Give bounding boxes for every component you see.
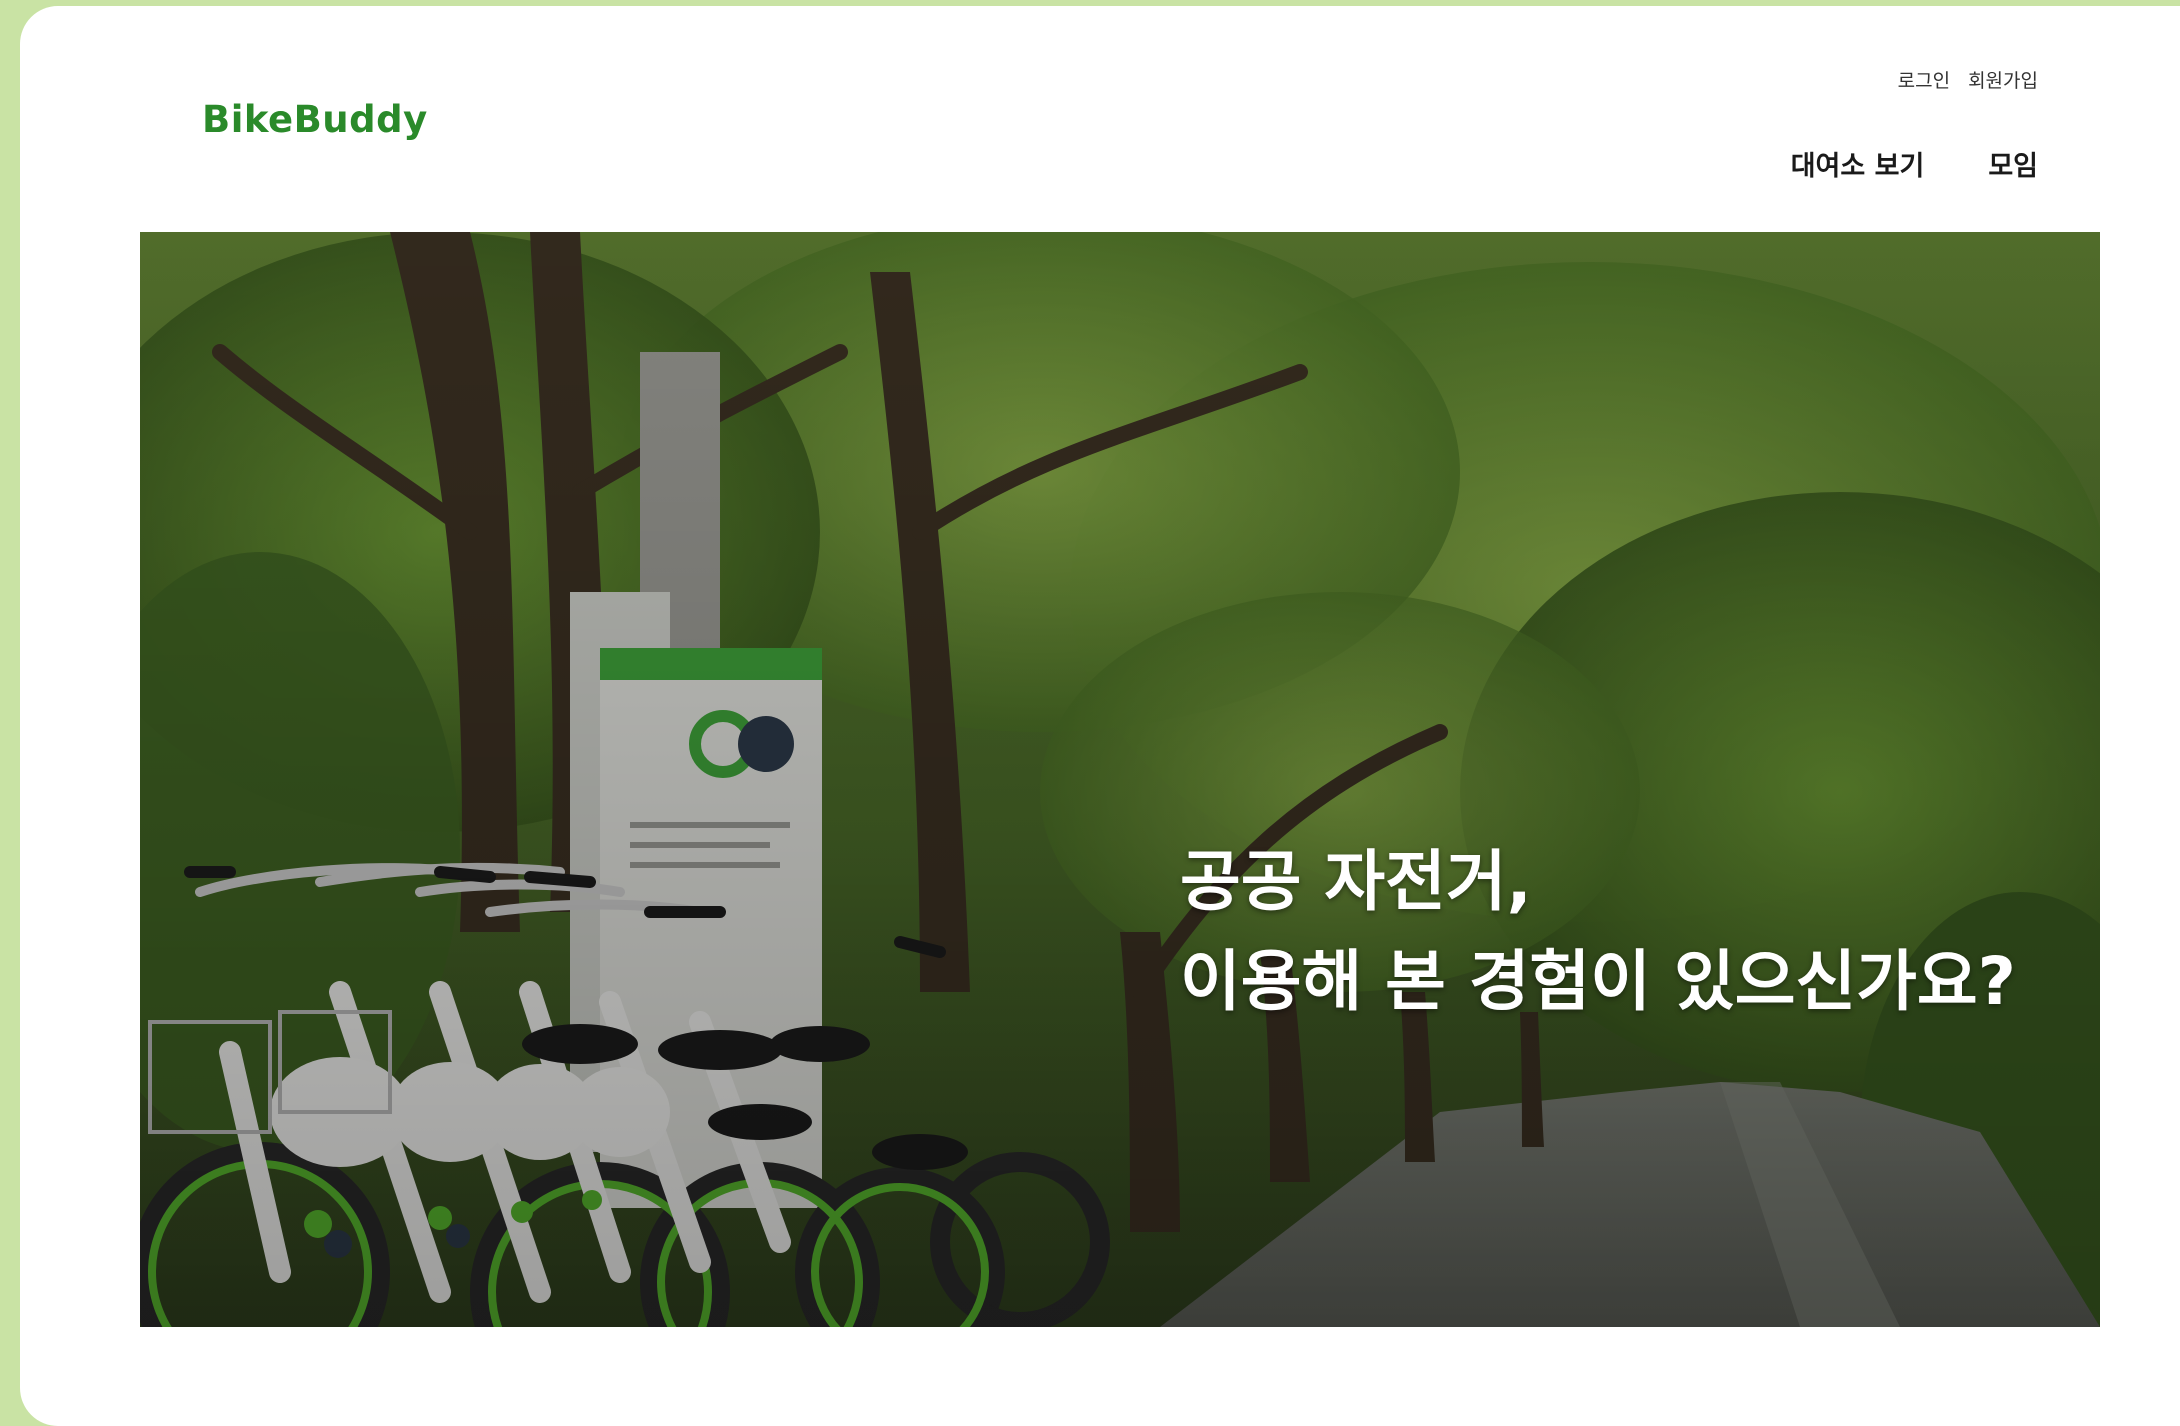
hero-headline: 공공 자전거, 이용해 본 경험이 있으신가요? [1180, 832, 2016, 1032]
auth-links: 로그인 회원가입 [1898, 66, 2038, 93]
nav-item-meetups[interactable]: 모임 [1988, 144, 2038, 183]
nav-item-rental-stations[interactable]: 대여소 보기 [1791, 144, 1925, 183]
hero-image [140, 232, 2100, 1327]
hero-headline-line2: 이용해 본 경험이 있으신가요? [1180, 943, 2016, 1020]
main-nav: 대여소 보기 모임 [1791, 144, 2038, 183]
signup-link[interactable]: 회원가입 [1968, 66, 2038, 93]
page-frame: BikeBuddy 로그인 회원가입 대여소 보기 모임 공공 자전거, 이용해… [20, 6, 2180, 1426]
hero-headline-line1: 공공 자전거, [1180, 843, 1532, 920]
hero-banner: 공공 자전거, 이용해 본 경험이 있으신가요? [140, 232, 2100, 1327]
site-logo[interactable]: BikeBuddy [202, 98, 428, 141]
login-link[interactable]: 로그인 [1898, 66, 1950, 93]
